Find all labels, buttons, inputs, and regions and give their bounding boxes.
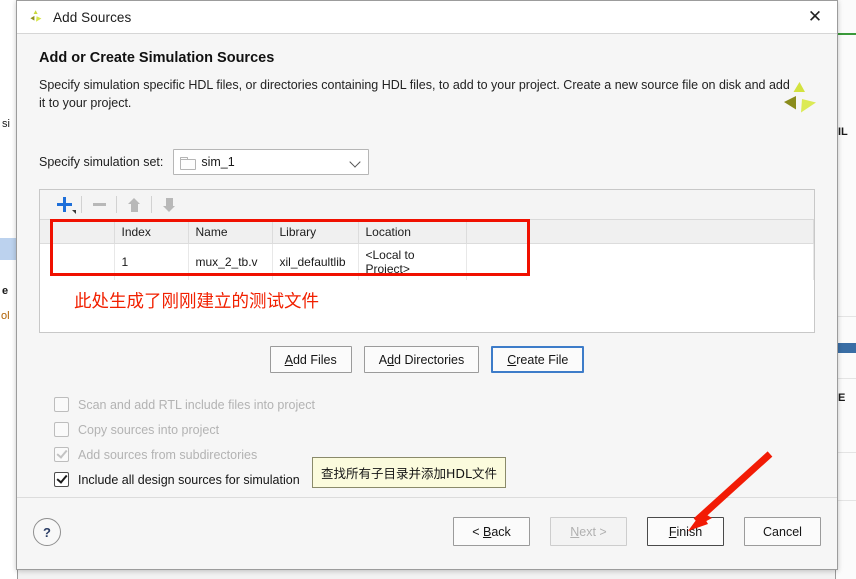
- column-header-status[interactable]: [40, 220, 115, 244]
- page-description: Specify simulation specific HDL files, o…: [39, 78, 790, 111]
- toolbar-divider: [81, 196, 82, 214]
- screen-root: si e ol IL E Add Sources ✕ Add or Create…: [0, 0, 856, 579]
- next-label: ext >: [579, 524, 607, 539]
- simulation-set-row: Specify simulation set: sim_1: [39, 149, 815, 176]
- option-scan-rtl-include[interactable]: Scan and add RTL include files into proj…: [54, 392, 815, 417]
- add-files-label: dd Files: [292, 352, 337, 367]
- folder-icon: [180, 156, 197, 170]
- option-add-subdirectories-label: Add sources from subdirectories: [78, 447, 258, 462]
- annotation-table-note: 此处生成了刚刚建立的测试文件: [74, 292, 319, 313]
- row-name: mux_2_tb.v: [188, 243, 273, 280]
- column-header-name[interactable]: Name: [188, 220, 273, 244]
- move-down-button[interactable]: [154, 193, 184, 217]
- plus-icon: [56, 197, 76, 215]
- background-fragment-1: e: [2, 285, 9, 297]
- help-button[interactable]: ?: [33, 518, 61, 546]
- background-green-rule: [836, 33, 856, 35]
- finish-label: inish: [676, 524, 703, 539]
- column-header-extra[interactable]: [466, 220, 814, 244]
- column-header-library[interactable]: Library: [272, 220, 359, 244]
- dialog-body: Specify simulation set: sim_1 Index Name…: [17, 149, 837, 492]
- page-title: Add or Create Simulation Sources: [39, 50, 275, 66]
- add-source-button[interactable]: [49, 193, 79, 217]
- dialog-titlebar: Add Sources ✕: [17, 1, 837, 34]
- annotation-tooltip: 查找所有子目录并添加HDL文件: [312, 457, 506, 488]
- add-directories-button[interactable]: Add Directories: [363, 346, 480, 374]
- dialog-header: Add or Create Simulation Sources Specify…: [17, 34, 837, 125]
- footer-button-group: < Back Next > Finish Cancel: [453, 517, 821, 546]
- checkbox-checked-icon: [54, 472, 69, 488]
- cancel-button[interactable]: Cancel: [744, 517, 821, 546]
- option-copy-sources[interactable]: Copy sources into project: [54, 417, 815, 442]
- row-location: <Local to Project>: [358, 243, 467, 280]
- dialog-footer: ? < Back Next > Finish Cancel: [17, 497, 837, 569]
- remove-source-button[interactable]: [84, 193, 114, 217]
- add-files-button[interactable]: Add Files: [269, 346, 352, 374]
- checkbox-unchecked-icon: [54, 397, 69, 413]
- add-directories-label: d Directories: [394, 352, 465, 367]
- back-label: ack: [491, 524, 511, 539]
- toolbar-divider: [116, 196, 117, 214]
- simulation-set-dropdown[interactable]: sim_1: [173, 149, 370, 176]
- vivado-header-logo-icon: [781, 80, 819, 116]
- background-selection-row: [0, 238, 17, 260]
- toolbar-divider: [151, 196, 152, 214]
- back-button[interactable]: < Back: [453, 517, 530, 546]
- source-file-table: Index Name Library Location 1 mux_2_tb.v…: [40, 220, 814, 280]
- table-row[interactable]: 1 mux_2_tb.v xil_defaultlib <Local to Pr…: [40, 243, 814, 280]
- dialog-title: Add Sources: [53, 9, 132, 25]
- add-sources-dialog: Add Sources ✕ Add or Create Simulation S…: [16, 0, 838, 570]
- source-file-panel: Index Name Library Location 1 mux_2_tb.v…: [39, 189, 815, 334]
- source-file-toolbar: [40, 190, 814, 221]
- row-index: 1: [114, 243, 189, 280]
- background-highlight-strip: [836, 343, 856, 353]
- row-status-cell: [40, 243, 115, 280]
- simulation-set-value: sim_1: [201, 155, 235, 170]
- background-fragment-2: ol: [1, 310, 10, 322]
- move-up-button[interactable]: [119, 193, 149, 217]
- close-icon[interactable]: ✕: [793, 1, 837, 32]
- source-action-buttons: Add Files Add Directories Create File: [39, 346, 815, 374]
- create-file-button[interactable]: Create File: [491, 346, 585, 374]
- background-right-panel: IL E: [835, 0, 856, 579]
- checkbox-unchecked-icon: [54, 422, 69, 438]
- finish-button[interactable]: Finish: [647, 517, 724, 546]
- chevron-down-icon[interactable]: [350, 156, 362, 168]
- option-copy-sources-label: Copy sources into project: [78, 422, 220, 437]
- row-extra: [466, 243, 814, 280]
- vivado-logo-icon: [28, 9, 44, 25]
- background-fragment-3: IL: [838, 126, 848, 138]
- column-header-index[interactable]: Index: [114, 220, 189, 244]
- simulation-set-label: Specify simulation set:: [39, 155, 164, 170]
- option-scan-rtl-include-label: Scan and add RTL include files into proj…: [78, 397, 315, 412]
- checkbox-checked-icon: [54, 447, 69, 463]
- column-header-location[interactable]: Location: [358, 220, 467, 244]
- background-fragment-0: si: [2, 118, 10, 130]
- arrow-up-icon: [127, 197, 141, 212]
- row-library: xil_defaultlib: [272, 243, 359, 280]
- table-header-row: Index Name Library Location: [40, 220, 814, 244]
- arrow-down-icon: [162, 197, 176, 212]
- create-file-label: reate File: [516, 352, 569, 367]
- minus-icon: [92, 203, 106, 207]
- option-include-design-sources-label: Include all design sources for simulatio…: [78, 472, 300, 487]
- background-fragment-4: E: [838, 392, 846, 404]
- next-button: Next >: [550, 517, 627, 546]
- cancel-label: Cancel: [763, 524, 802, 539]
